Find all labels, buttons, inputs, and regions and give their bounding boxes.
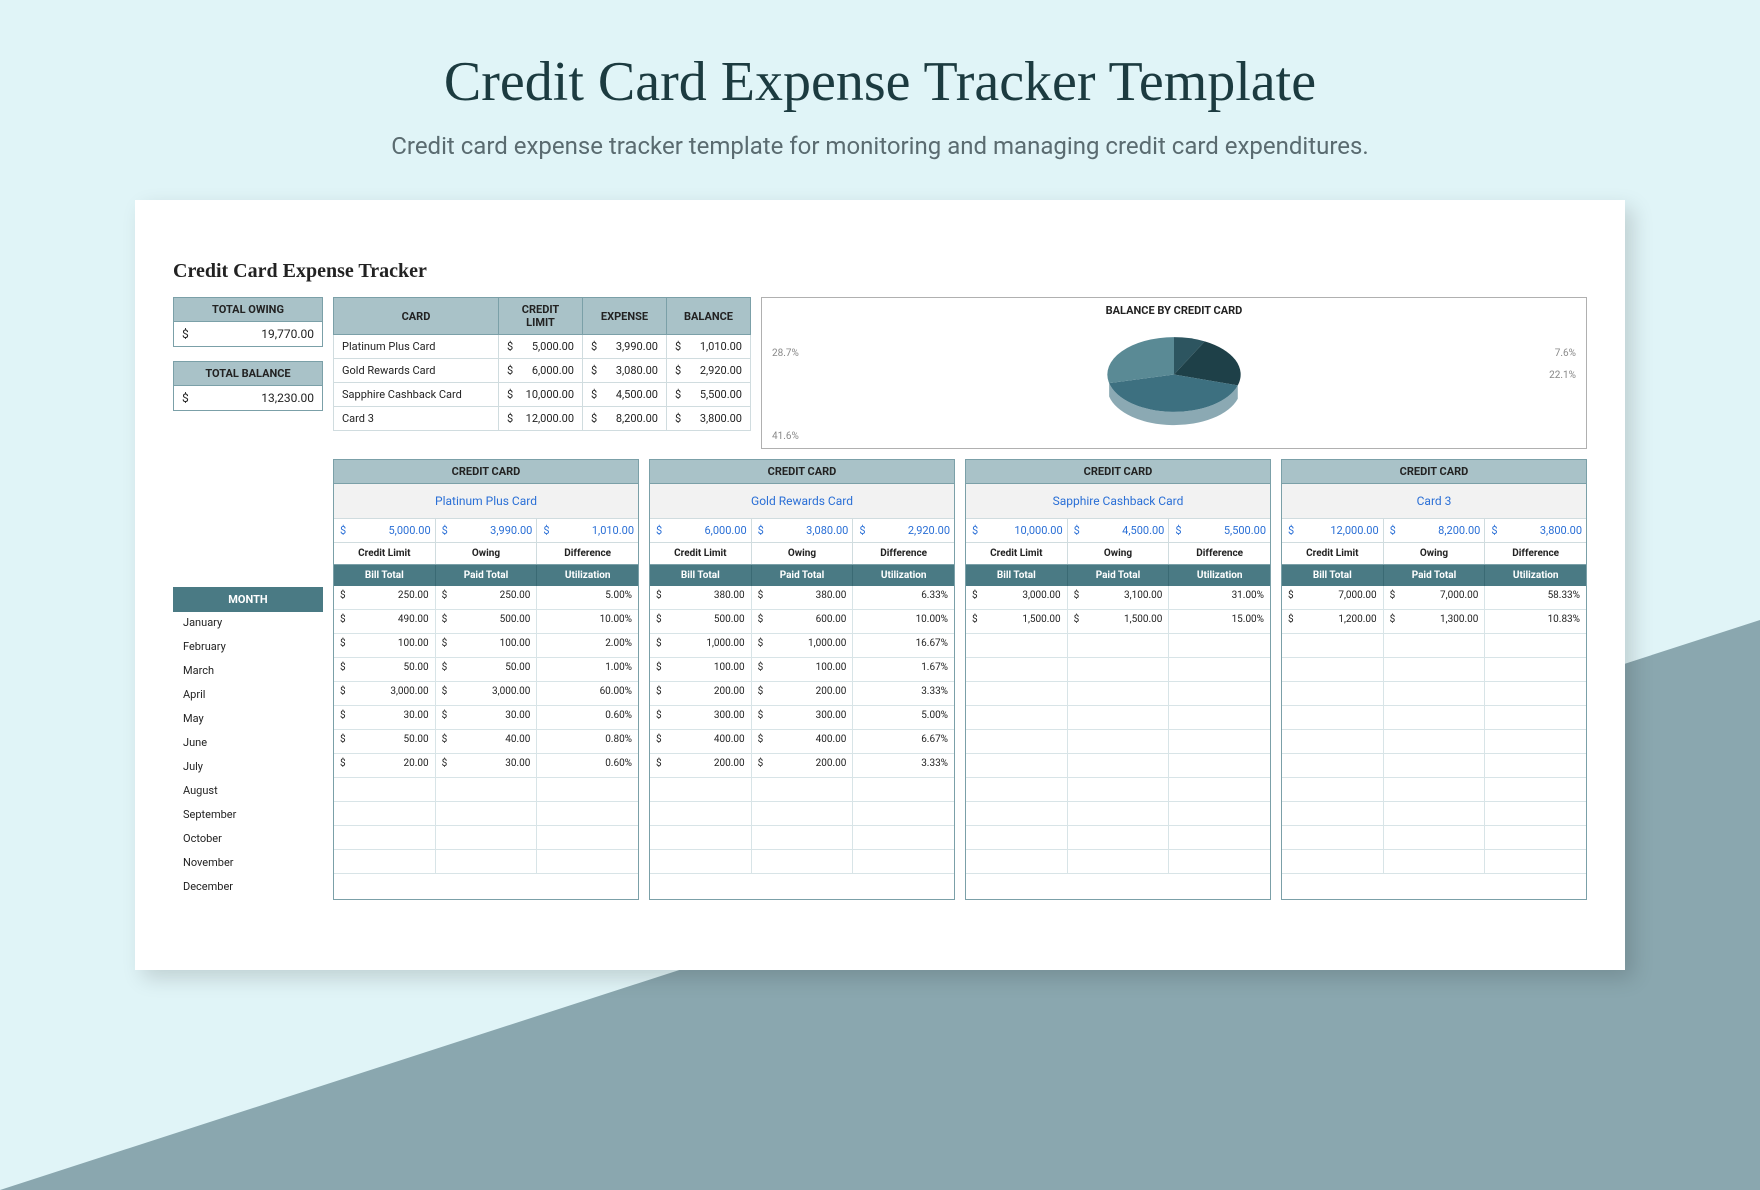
month-cell: January xyxy=(173,612,323,636)
total-balance-value: $13,230.00 xyxy=(174,386,322,410)
spreadsheet-preview: Credit Card Expense Tracker TOTAL OWING … xyxy=(135,200,1625,970)
month-header: MONTH xyxy=(173,587,323,612)
month-cell: December xyxy=(173,876,323,900)
month-cell: October xyxy=(173,828,323,852)
card-column: CREDIT CARD Card 3 12,000.008,200.003,80… xyxy=(1281,459,1587,900)
month-cell: July xyxy=(173,756,323,780)
card-column: CREDIT CARD Gold Rewards Card 6,000.003,… xyxy=(649,459,955,900)
card-name: Gold Rewards Card xyxy=(650,484,954,519)
page-title: Credit Card Expense Tracker Template xyxy=(0,50,1760,114)
card-header: CREDIT CARD xyxy=(334,460,638,484)
card-name: Card 3 xyxy=(1282,484,1586,519)
table-row: Card 312,000.008,200.003,800.00 xyxy=(334,407,751,431)
month-cell: May xyxy=(173,708,323,732)
month-column: MONTH JanuaryFebruaryMarchAprilMayJuneJu… xyxy=(173,587,323,900)
summary-table: CARD CREDIT LIMIT EXPENSE BALANCE Platin… xyxy=(333,297,751,431)
page-subtitle: Credit card expense tracker template for… xyxy=(0,132,1760,160)
card-header: CREDIT CARD xyxy=(650,460,954,484)
table-row: Platinum Plus Card5,000.003,990.001,010.… xyxy=(334,335,751,359)
table-row: Gold Rewards Card6,000.003,080.002,920.0… xyxy=(334,359,751,383)
total-owing-label: TOTAL OWING xyxy=(174,298,322,322)
balance-chart: BALANCE BY CREDIT CARD 7.6% 22.1% 41.6% … xyxy=(761,297,1587,449)
summary-header-expense: EXPENSE xyxy=(583,298,667,335)
total-owing-value: $19,770.00 xyxy=(174,322,322,346)
pie-pct-2: 41.6% xyxy=(772,431,799,442)
summary-header-balance: BALANCE xyxy=(667,298,751,335)
month-cell: June xyxy=(173,732,323,756)
card-header: CREDIT CARD xyxy=(1282,460,1586,484)
pie-pct-3: 28.7% xyxy=(772,348,799,359)
totals-column: TOTAL OWING $19,770.00 TOTAL BALANCE $13… xyxy=(173,297,323,425)
pie-pct-1: 22.1% xyxy=(1549,370,1576,381)
month-cell: February xyxy=(173,636,323,660)
card-header: CREDIT CARD xyxy=(966,460,1270,484)
sheet-title: Credit Card Expense Tracker xyxy=(173,260,1587,283)
month-cell: November xyxy=(173,852,323,876)
month-cell: March xyxy=(173,660,323,684)
pie-chart xyxy=(1094,320,1254,433)
month-cell: September xyxy=(173,804,323,828)
card-name: Sapphire Cashback Card xyxy=(966,484,1270,519)
summary-header-card: CARD xyxy=(334,298,499,335)
card-column: CREDIT CARD Platinum Plus Card 5,000.003… xyxy=(333,459,639,900)
pie-pct-0: 7.6% xyxy=(1555,348,1576,359)
month-cell: April xyxy=(173,684,323,708)
total-balance-label: TOTAL BALANCE xyxy=(174,362,322,386)
table-row: Sapphire Cashback Card10,000.004,500.005… xyxy=(334,383,751,407)
card-name: Platinum Plus Card xyxy=(334,484,638,519)
month-cell: August xyxy=(173,780,323,804)
summary-header-limit: CREDIT LIMIT xyxy=(499,298,583,335)
card-column: CREDIT CARD Sapphire Cashback Card 10,00… xyxy=(965,459,1271,900)
